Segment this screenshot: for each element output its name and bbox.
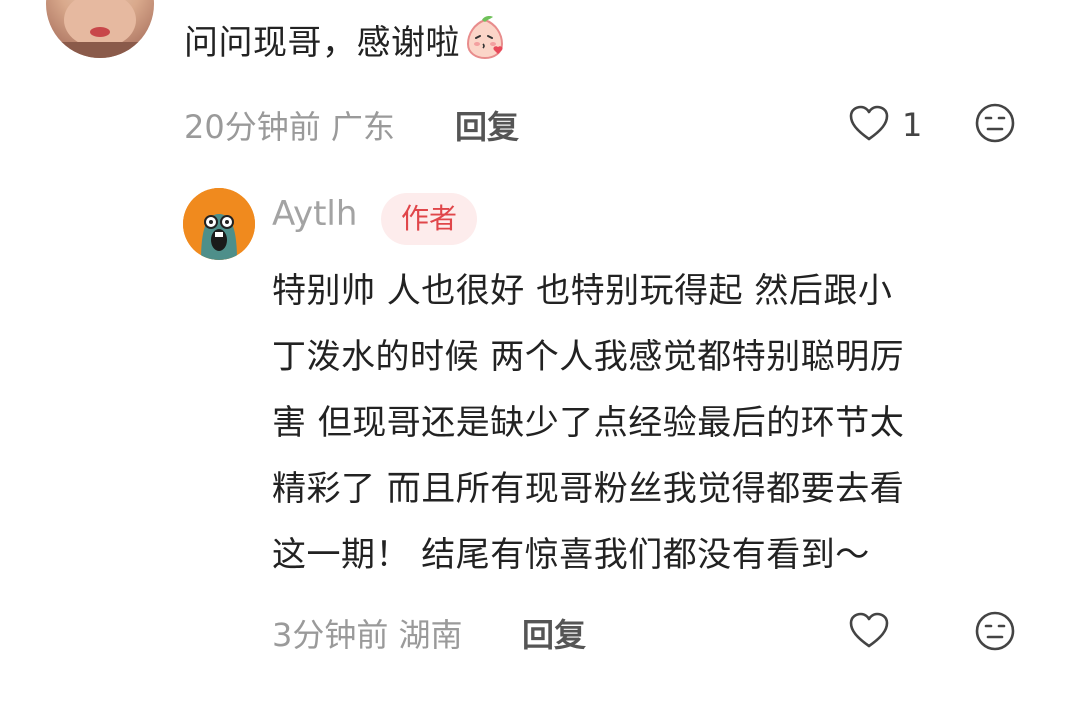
reply-reply-button[interactable]: 回复 <box>522 610 586 656</box>
top-comment-reply-button[interactable]: 回复 <box>455 102 519 148</box>
reply-line: 精彩了 而且所有现哥粉丝我觉得都要去看 <box>272 469 905 509</box>
heart-icon <box>848 611 890 653</box>
peach-emoji-icon <box>462 14 508 82</box>
reply-line: 害 但现哥还是缺少了点经验最后的环节太 <box>272 403 905 443</box>
commenter-avatar[interactable] <box>46 0 154 58</box>
top-comment-like-count: 1 <box>902 106 923 144</box>
author-username[interactable]: Aytlh <box>272 194 357 234</box>
reply-line: 这一期！ 结尾有惊喜我们都没有看到～ <box>272 535 870 575</box>
top-comment-meta: 20分钟前 广东 <box>184 102 395 148</box>
author-badge: 作者 <box>381 193 477 245</box>
reply-dislike-button[interactable] <box>974 610 1016 656</box>
reply-location: 湖南 <box>398 616 463 654</box>
reply-line: 特别帅 人也很好 也特别玩得起 然后跟小 <box>272 271 893 311</box>
unamused-face-icon <box>974 611 1016 656</box>
reply-line: 丁泼水的时候 两个人我感觉都特别聪明厉 <box>272 337 905 377</box>
top-comment-like-button[interactable]: 1 <box>848 104 922 146</box>
top-comment-text: 问问现哥，感谢啦 <box>184 10 508 82</box>
unamused-face-icon <box>974 103 1016 148</box>
reply-like-button[interactable] <box>848 611 890 653</box>
heart-icon <box>848 104 890 146</box>
top-comment-location: 广东 <box>330 108 395 146</box>
reply-text: 特别帅 人也很好 也特别玩得起 然后跟小 丁泼水的时候 两个人我感觉都特别聪明厉… <box>272 258 1052 588</box>
reply-meta: 3分钟前 湖南 <box>272 610 463 656</box>
top-comment-dislike-button[interactable] <box>974 102 1016 148</box>
top-comment-body: 问问现哥，感谢啦 <box>184 23 460 63</box>
top-comment-time: 20分钟前 <box>184 108 321 146</box>
author-avatar[interactable] <box>183 188 255 260</box>
reply-time: 3分钟前 <box>272 616 389 654</box>
